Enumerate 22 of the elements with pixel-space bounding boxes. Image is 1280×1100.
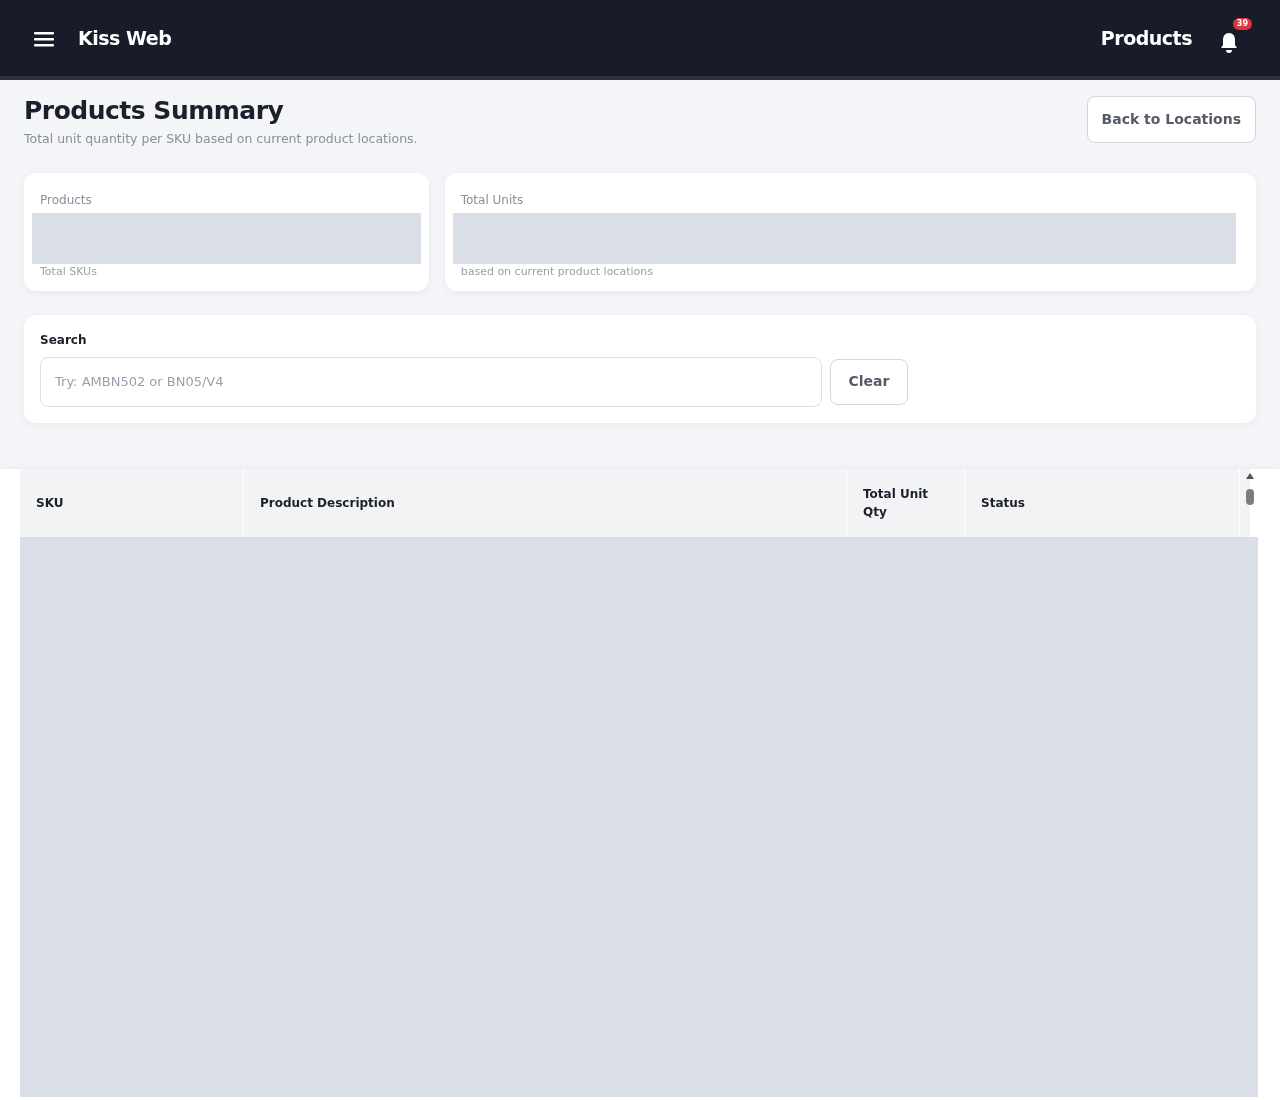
stat-note: Total SKUs — [39, 263, 98, 280]
column-header[interactable]: Status — [965, 468, 1240, 537]
bell-icon — [1218, 30, 1240, 55]
page-heading: Products Summary — [24, 96, 285, 126]
stat-note: based on current product locations — [459, 263, 654, 280]
notification-count: 39 — [1232, 18, 1252, 30]
page-subtitle: Total unit quantity per SKU based on current product locations. — [24, 130, 418, 148]
stat-label: Products — [39, 191, 93, 209]
clear-button[interactable]: Clear — [830, 358, 908, 405]
page-title: Products — [1100, 25, 1192, 51]
scrollbar-thumb[interactable] — [1246, 488, 1254, 505]
search-label: Search — [40, 331, 88, 349]
column-header[interactable]: SKU — [20, 468, 244, 537]
search-field[interactable]: Try: AMBN502 or BN05/V4 — [40, 356, 822, 407]
column-header[interactable]: Product Description — [244, 468, 847, 537]
scroll-up-icon[interactable] — [1246, 472, 1254, 479]
notification-button[interactable]: 39 — [1216, 18, 1252, 58]
menu-icon — [34, 30, 54, 47]
stat-label: Total Units — [459, 191, 525, 209]
column-header[interactable]: Total Unit Qty — [847, 468, 965, 537]
brand-name[interactable]: Kiss Web — [78, 23, 172, 53]
back-button[interactable]: Back to Locations — [1086, 96, 1256, 143]
